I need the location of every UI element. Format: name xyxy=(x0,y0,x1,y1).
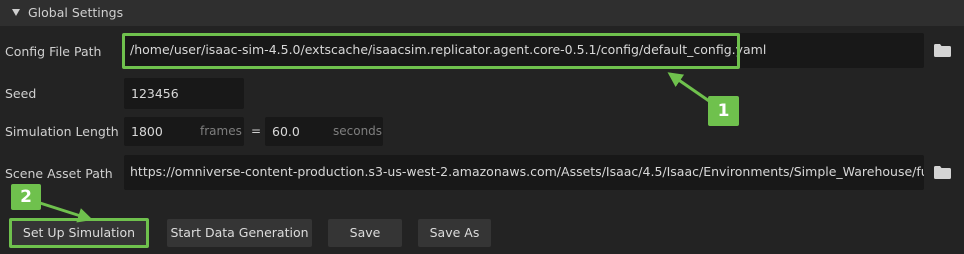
callout-badge-2: 2 xyxy=(11,184,41,210)
callout-2-arrow xyxy=(39,201,93,223)
callout-arrows xyxy=(39,72,713,223)
callout-1-arrow xyxy=(667,72,713,105)
callout-badge-1: 1 xyxy=(708,96,739,126)
